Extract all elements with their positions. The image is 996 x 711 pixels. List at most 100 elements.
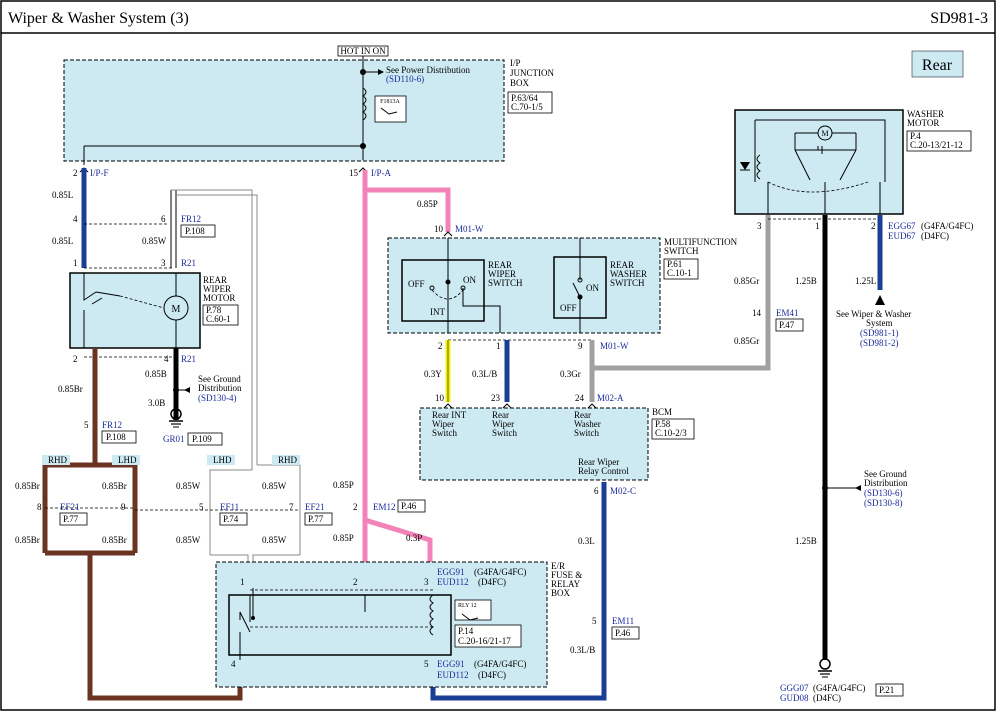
washer-see-ref-2: (SD981-2) (860, 338, 899, 348)
washer-see-2: System (866, 318, 893, 328)
wire-label-125B-b: 1.25B (795, 536, 817, 546)
ground-gud08: GUD08 (780, 693, 809, 703)
pin-5-ef11: 5 (199, 502, 204, 512)
wiper-sw-3: SWITCH (488, 278, 523, 288)
washer-m: M (821, 129, 828, 138)
washer-name-2: MOTOR (907, 118, 939, 128)
wire-label-30B: 3.0B (148, 398, 165, 408)
wire-label-085Br-c: 0.85Br (102, 481, 127, 491)
relay-label: RLY 12 (458, 603, 477, 609)
connector-eud67: EUD67 (888, 231, 916, 241)
connector-em12: EM12 (373, 502, 396, 512)
motor-ref-2: C.60-1 (206, 314, 231, 324)
wire-label-085W-a: 0.85W (142, 236, 167, 246)
hot-in-on-text: HOT IN ON (340, 46, 386, 56)
connector-em41: EM41 (776, 308, 799, 318)
wire-label-085W-c: 0.85W (262, 481, 287, 491)
connector-fr12-top: FR12 (181, 214, 201, 224)
ground2-see-2: Distribution (864, 478, 908, 488)
pin-2-washer: 2 (871, 221, 876, 231)
see-power-ref: (SD110-6) (386, 74, 424, 84)
connector-eud112-top: EUD112 (437, 577, 469, 587)
wire-label-03L: 0.3L (578, 536, 595, 546)
connector-egg91-top-variant: (G4FA/G4FC) (474, 567, 526, 577)
pin-9-mfs: 9 (578, 341, 583, 351)
er-name-4: BOX (551, 588, 571, 598)
ground1-ref: (SD130-4) (198, 393, 237, 403)
ground-gud08-variant: (D4FC) (813, 693, 841, 703)
pin-6-bcm: 6 (594, 486, 599, 496)
wire-label-085B: 0.85B (145, 369, 167, 379)
page-title: Wiper & Washer System (3) (8, 10, 189, 27)
pin-9-ef11: 9 (121, 502, 126, 512)
wire-label-085L-b: 0.85L (52, 236, 73, 246)
ref-p77-right-text: P.77 (308, 514, 324, 524)
pin-4-motor: 4 (164, 354, 169, 364)
pin-2-ipf: 2 (73, 168, 78, 178)
er-ref-2: C.20-16/21-17 (458, 636, 511, 646)
ground2-ref-2: (SD130-8) (864, 498, 903, 508)
wire-label-085Br-b: 0.85Br (15, 481, 40, 491)
connector-egg67: EGG67 (888, 221, 916, 231)
connector-eud112-top-variant: (D4FC) (478, 577, 506, 587)
pin-4-er: 4 (231, 659, 236, 669)
ip-box-name-1: I/P (510, 58, 521, 68)
wire-label-085Gr-b: 0.85Gr (734, 336, 759, 346)
connector-m01w-top: M01-W (455, 224, 484, 234)
wire-label-03Y: 0.3Y (424, 369, 442, 379)
wire-label-085W-e: 0.85W (262, 535, 287, 545)
bcm-col2-3: Switch (492, 428, 518, 438)
ref-p21-text: P.21 (879, 685, 894, 695)
washer-ref-2: C.20-13/21-12 (910, 140, 963, 150)
pin-10-bcm: 10 (435, 393, 445, 403)
ground2-ref-1: (SD130-6) (864, 488, 903, 498)
ref-p46-bot-text: P.46 (615, 628, 631, 638)
wiper-int: INT (430, 307, 445, 317)
connector-m02a: M02-A (597, 393, 624, 403)
pin-3-r21: 3 (161, 258, 166, 268)
connector-ipa: I/P-A (371, 168, 392, 178)
pin-24-bcm: 24 (575, 393, 585, 403)
wire-label-085Br-e: 0.85Br (102, 535, 127, 545)
connector-eud67-variant: (D4FC) (921, 231, 949, 241)
motor-m: M (172, 304, 181, 315)
ground-ggg07: GGG07 (780, 683, 809, 693)
pin-3-er: 3 (424, 577, 429, 587)
connector-eud112-bot-variant: (D4FC) (478, 670, 506, 680)
ref-p108-bot-text: P.108 (106, 432, 126, 442)
ip-box-ref-2: C.70-1/5 (511, 102, 543, 112)
ground2-icon (819, 658, 831, 670)
connector-egg67-variant: (G4FA/G4FC) (921, 221, 973, 231)
bcm-relay-2: Relay Control (578, 466, 629, 476)
connector-m02c: M02-C (610, 486, 636, 496)
ip-box-name-3: BOX (510, 78, 530, 88)
pin-5-em11: 5 (592, 616, 597, 626)
pin-5-er: 5 (424, 659, 429, 669)
washer-see-ref-1: (SD981-1) (860, 328, 899, 338)
arrow-up-icon (875, 295, 885, 305)
bcm-col1-3: Switch (432, 428, 458, 438)
ip-box-name-2: JUNCTION (510, 68, 554, 78)
pin-15-ipa: 15 (349, 168, 359, 178)
wire-label-125B-a: 1.25B (795, 276, 817, 286)
pin-5-fr12: 5 (84, 420, 89, 430)
pin-14-em41: 14 (752, 308, 762, 318)
connector-eud112-bot: EUD112 (437, 670, 469, 680)
connector-em11: EM11 (612, 616, 634, 626)
wire-label-125L: 1.25L (855, 276, 876, 286)
connector-egg91-top: EGG91 (437, 567, 465, 577)
ground-ggg07-variant: (G4FA/G4FC) (813, 683, 865, 693)
wiring-diagram: Wiper & Washer System (3) SD981-3 Rear H… (0, 0, 996, 711)
washer-off: OFF (560, 303, 577, 313)
pin-10-m01w: 10 (434, 224, 444, 234)
wire-label-085Br-a: 0.85Br (58, 384, 83, 394)
pin-2-er: 2 (353, 577, 358, 587)
connector-r21-bot: R21 (181, 354, 196, 364)
connector-egg91-bot-variant: (G4FA/G4FC) (474, 659, 526, 669)
lhd-tag-2: LHD (213, 455, 232, 465)
pin-1-mfs: 1 (496, 341, 501, 351)
connector-r21-top: R21 (181, 258, 196, 268)
ref-p47-text: P.47 (779, 320, 795, 330)
connector-ef21-right: EF21 (305, 502, 325, 512)
pin-23-bcm: 23 (491, 393, 501, 403)
